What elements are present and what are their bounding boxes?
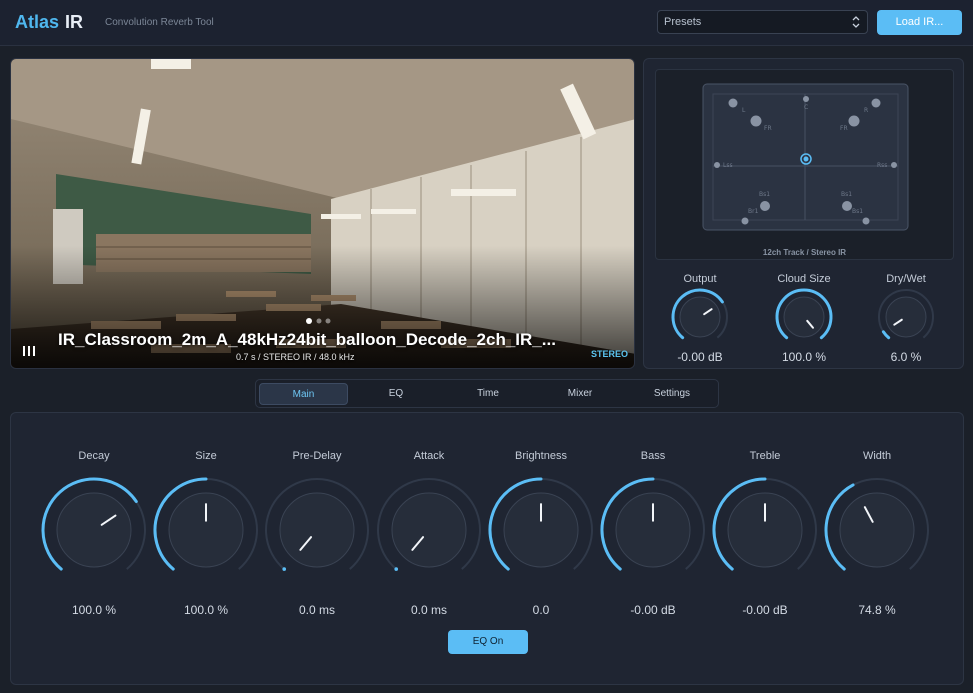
- attack-body: [391, 492, 467, 568]
- brightness-value[interactable]: 0.0: [491, 603, 591, 617]
- speaker-panel: L C R FR FR Lss Rss Bs1 Bs1 Br1 Bs1 12ch…: [643, 58, 964, 369]
- bass-value[interactable]: -0.00 dB: [603, 603, 703, 617]
- tab-time[interactable]: Time: [444, 383, 532, 405]
- speaker-label-r: R: [864, 107, 868, 114]
- output-body: [679, 296, 721, 338]
- speaker-dot[interactable]: [803, 96, 809, 102]
- speaker-layout[interactable]: L C R FR FR Lss Rss Bs1 Bs1 Br1 Bs1: [656, 70, 955, 261]
- cloud-size-body: [783, 296, 825, 338]
- speaker-label-bs1b: Bs1: [841, 191, 852, 198]
- speaker-field: L C R FR FR Lss Rss Bs1 Bs1 Br1 Bs1: [655, 69, 954, 260]
- attack-value-dot: [394, 567, 399, 571]
- attack-label: Attack: [413, 450, 445, 462]
- width-body: [839, 492, 915, 568]
- pause-icon[interactable]: [22, 345, 36, 357]
- output-label: Output: [683, 273, 717, 285]
- decay-value[interactable]: 100.0 %: [44, 603, 144, 617]
- size-value[interactable]: 100.0 %: [156, 603, 256, 617]
- treble-label: Treble: [749, 450, 781, 462]
- tab-bar: Main EQ Time Mixer Settings: [255, 379, 719, 408]
- speaker-caption: 12ch Track / Stereo IR: [762, 248, 847, 257]
- tab-settings[interactable]: Settings: [628, 383, 716, 405]
- size-knob[interactable]: [150, 474, 262, 586]
- bass-knob[interactable]: [597, 474, 709, 586]
- dry-wet-body: [885, 296, 927, 338]
- tab-main[interactable]: Main: [259, 383, 348, 405]
- pre-delay-value[interactable]: 0.0 ms: [267, 603, 367, 617]
- speaker-label-rss: Rss: [877, 162, 887, 169]
- app-header: Atlas IR Convolution Reverb Tool Presets …: [0, 0, 973, 46]
- cloud-size-value[interactable]: 100.0 %: [759, 350, 849, 364]
- speaker-label-fr1: FR: [764, 125, 772, 132]
- cloud-size-knob[interactable]: [772, 285, 836, 349]
- eq-on-button[interactable]: EQ On: [448, 630, 528, 654]
- ir-image-panel: IR_Classroom_2m_A_48kHz24bit_balloon_Dec…: [10, 58, 635, 369]
- tab-eq[interactable]: EQ: [352, 383, 440, 405]
- cloud-size-label: Cloud Size: [777, 273, 831, 285]
- speaker-label-fr2: FR: [840, 125, 848, 132]
- attack-knob[interactable]: [373, 474, 485, 586]
- speaker-dot[interactable]: [842, 201, 852, 211]
- tab-mixer[interactable]: Mixer: [536, 383, 624, 405]
- treble-knob[interactable]: [709, 474, 821, 586]
- pre-delay-label: Pre-Delay: [292, 450, 342, 462]
- speaker-dot[interactable]: [891, 162, 897, 168]
- load-ir-button[interactable]: Load IR...: [877, 10, 962, 35]
- speaker-label-br1: Br1: [748, 208, 759, 215]
- pre-delay-knob[interactable]: [261, 474, 373, 586]
- stereo-badge: STEREO: [591, 349, 629, 359]
- width-knob[interactable]: [821, 474, 933, 586]
- width-label: Width: [862, 450, 892, 462]
- decay-knob[interactable]: [38, 474, 150, 586]
- presets-label: Presets: [664, 16, 702, 28]
- size-label: Size: [195, 450, 217, 462]
- main-controls-panel: Decay 100.0 % Size 100.0 % Pre-Delay 0.0 ms At…: [10, 412, 964, 685]
- speaker-dot[interactable]: [862, 217, 870, 225]
- decay-label: Decay: [78, 450, 110, 462]
- decay-body: [56, 492, 132, 568]
- updown-chevron-icon: [852, 16, 860, 28]
- presets-select[interactable]: Presets: [657, 10, 868, 34]
- output-knob[interactable]: [668, 285, 732, 349]
- speaker-label-bs1c: Bs1: [852, 208, 863, 215]
- speaker-label-bs1a: Bs1: [759, 191, 770, 198]
- brand-atlas: Atlas: [15, 12, 60, 32]
- dry-wet-value[interactable]: 6.0 %: [861, 350, 951, 364]
- speaker-dot[interactable]: [871, 98, 881, 108]
- pre-delay-value-dot: [282, 567, 287, 571]
- speaker-label-lss: Lss: [723, 162, 733, 169]
- speaker-dot[interactable]: [714, 162, 720, 168]
- brightness-knob[interactable]: [485, 474, 597, 586]
- dry-wet-value-arc: [881, 330, 891, 340]
- brand-ir: IR: [65, 12, 84, 32]
- output-value[interactable]: -0.00 dB: [655, 350, 745, 364]
- app-logo: Atlas IR: [15, 12, 83, 33]
- bass-label: Bass: [640, 450, 666, 462]
- width-value[interactable]: 74.8 %: [827, 603, 927, 617]
- pre-delay-body: [279, 492, 355, 568]
- treble-value[interactable]: -0.00 dB: [715, 603, 815, 617]
- app-subtitle: Convolution Reverb Tool: [105, 17, 214, 28]
- ir-title: IR_Classroom_2m_A_48kHz24bit_balloon_Dec…: [58, 330, 556, 349]
- ir-meta: 0.7 s / STEREO IR / 48.0 kHz: [236, 352, 355, 362]
- speaker-dot[interactable]: [750, 115, 762, 127]
- dry-wet-knob[interactable]: [874, 285, 938, 349]
- carousel-dots[interactable]: [306, 317, 336, 325]
- speaker-label-c: C: [804, 104, 808, 111]
- brightness-label: Brightness: [515, 450, 567, 462]
- speaker-dot[interactable]: [848, 115, 860, 127]
- speaker-dot[interactable]: [728, 98, 738, 108]
- attack-value[interactable]: 0.0 ms: [379, 603, 479, 617]
- speaker-dot[interactable]: [741, 217, 749, 225]
- speaker-dot[interactable]: [760, 201, 770, 211]
- dry-wet-label: Dry/Wet: [886, 273, 926, 285]
